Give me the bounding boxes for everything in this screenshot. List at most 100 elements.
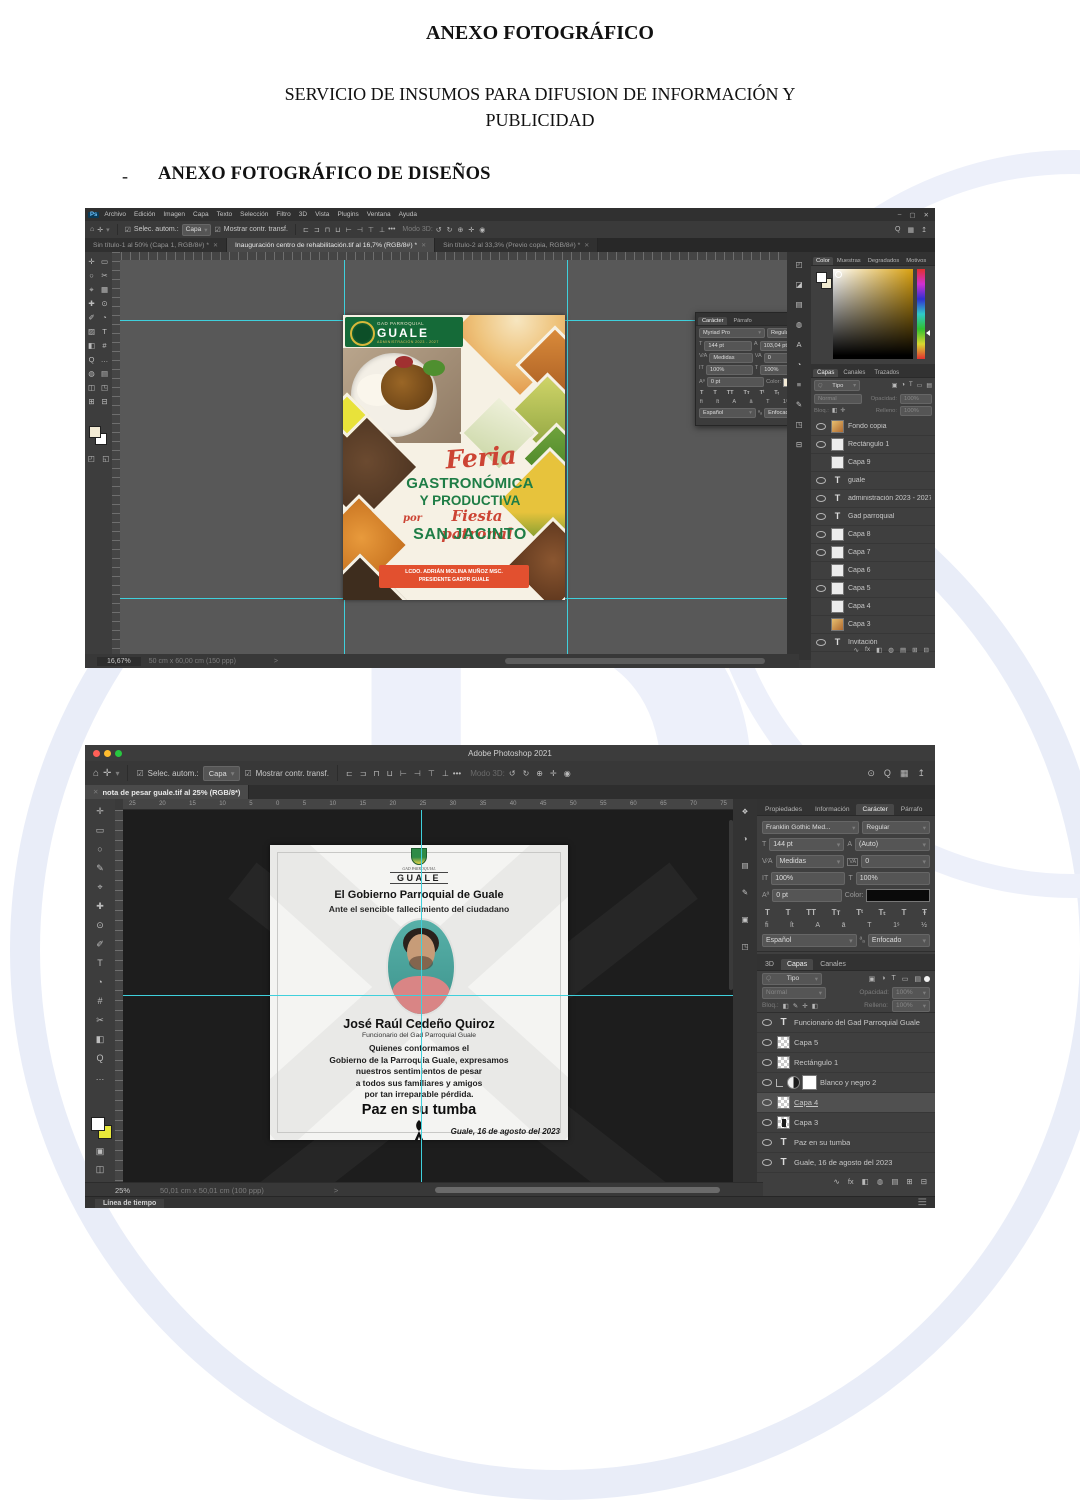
panel-strip-icon[interactable]: ▤ <box>793 298 806 311</box>
align-icon[interactable]: ⊤ <box>428 769 435 778</box>
opentype-icon[interactable]: 1ˢ <box>893 922 899 929</box>
menu-item[interactable]: 3D <box>299 211 307 218</box>
font-family-dropdown[interactable]: Franklin Gothic Med...▾ <box>762 821 859 834</box>
status-arrow-icon[interactable]: > <box>334 1186 338 1195</box>
opentype-icon[interactable]: A <box>732 399 736 405</box>
mode-3d-icon[interactable]: ◉ <box>564 769 571 778</box>
tool-icon[interactable]: T <box>92 957 108 970</box>
font-size-field[interactable]: 144 pt <box>704 341 751 351</box>
type-style-icon[interactable]: T <box>713 390 716 396</box>
toolbar-right-icon[interactable]: ↥ <box>917 768 925 779</box>
lock-transparency-icon[interactable]: ◧ <box>783 1002 789 1010</box>
baseline-field[interactable]: 0 pt <box>772 889 842 902</box>
tool-icon[interactable]: Q <box>85 353 98 366</box>
lock-move-icon[interactable]: ✛ <box>840 408 845 414</box>
opentype-icon[interactable]: fi <box>765 922 769 929</box>
type-style-icon[interactable]: Tᵗ <box>856 908 863 917</box>
tracking-field[interactable]: 0▾ <box>861 855 930 868</box>
layer-row[interactable]: T Guale, 16 de agosto del 2023 <box>757 1153 935 1173</box>
visibility-toggle[interactable] <box>761 1119 773 1126</box>
tool-icon[interactable]: ▦ <box>98 283 111 296</box>
blend-mode-dropdown[interactable]: Normal <box>814 394 862 404</box>
layers-action-icon[interactable]: ▤ <box>891 1177 898 1186</box>
align-icon[interactable]: ⊏ <box>346 769 353 778</box>
tool-icon[interactable]: ✚ <box>85 297 98 310</box>
align-icon[interactable]: ⊔ <box>335 226 340 234</box>
layers-action-icon[interactable]: ◍ <box>877 1177 884 1186</box>
align-icon[interactable]: ⊣ <box>414 769 421 778</box>
align-icon[interactable]: ⊓ <box>325 226 330 234</box>
visibility-toggle[interactable] <box>761 1139 773 1146</box>
lock-icon[interactable]: ◧ <box>832 408 837 414</box>
tool-icon[interactable]: ✛ <box>92 805 108 818</box>
tool-icon[interactable]: ▭ <box>92 824 108 837</box>
close-icon[interactable]: ✕ <box>213 242 218 249</box>
guide-vertical[interactable] <box>421 810 422 1182</box>
tool-icon[interactable]: ⌖ <box>85 283 98 296</box>
guide-horizontal[interactable] <box>123 995 733 996</box>
visibility-toggle[interactable] <box>761 1019 773 1026</box>
document-tab[interactable]: Inauguración centro de rehabilitación.ti… <box>227 238 435 252</box>
hue-slider[interactable] <box>917 269 925 359</box>
menu-item[interactable]: Vista <box>315 211 329 218</box>
close-icon[interactable]: ✕ <box>584 242 589 249</box>
tool-icon[interactable]: ◱ <box>100 452 113 465</box>
leading-field[interactable]: (Auto)▾ <box>855 838 930 851</box>
menu-item[interactable]: Plugins <box>337 211 358 218</box>
panel-strip-icon[interactable]: ≡ <box>793 378 806 391</box>
tool-icon[interactable]: ✐ <box>92 938 108 951</box>
layer-row[interactable]: Rectángulo 1 <box>757 1053 935 1073</box>
filter-type-icon[interactable]: ▭ <box>917 382 923 389</box>
auto-select-checkbox[interactable]: ☑ <box>136 769 143 778</box>
mode-3d-icon[interactable]: ↻ <box>447 226 453 234</box>
layers-action-icon[interactable]: ▤ <box>900 646 906 654</box>
show-transform-checkbox[interactable]: ☑ <box>244 769 251 778</box>
layers-action-icon[interactable]: ∿ <box>834 1177 840 1186</box>
tool-icon[interactable]: ◍ <box>85 367 98 380</box>
layer-row[interactable]: T guale <box>811 472 935 490</box>
type-style-icon[interactable]: Tт <box>832 908 841 917</box>
panel-strip-icon[interactable]: ◔ <box>793 358 806 371</box>
layers-panel-tab[interactable]: Trazados <box>870 369 903 377</box>
align-icon[interactable]: ⊓ <box>373 769 379 778</box>
tool-icon[interactable]: Q <box>92 1052 108 1065</box>
panel-menu-icon[interactable]: ≡ <box>918 1194 935 1208</box>
ruler-horizontal[interactable] <box>112 252 787 260</box>
panel-strip-icon[interactable]: ◍ <box>793 318 806 331</box>
text-color-swatch[interactable] <box>783 378 787 387</box>
layers-panel-tab[interactable]: Canales <box>814 959 852 970</box>
align-icon[interactable]: ⊣ <box>357 226 363 234</box>
layers-panel-tab[interactable]: Capas <box>813 369 838 377</box>
ruler-vertical[interactable] <box>112 252 120 654</box>
language-dropdown[interactable]: Español▾ <box>699 408 756 418</box>
layer-row[interactable]: T Paz en su tumba <box>757 1133 935 1153</box>
filter-type-icon[interactable]: ▣ <box>892 382 898 389</box>
color-panel-tab[interactable]: Degradados <box>865 257 903 265</box>
panel-strip-icon[interactable]: ◳ <box>739 940 752 953</box>
visibility-toggle[interactable] <box>761 1099 773 1106</box>
menu-item[interactable]: Edición <box>134 211 155 218</box>
fill-field[interactable]: 100% <box>900 406 932 416</box>
panel-strip-icon[interactable]: ✎ <box>793 398 806 411</box>
tool-icon[interactable]: # <box>92 995 108 1008</box>
mode-3d-icon[interactable]: ✛ <box>550 769 557 778</box>
move-tool-icon[interactable]: ✛ <box>97 226 103 234</box>
color-panel-tab[interactable]: Color <box>813 257 833 265</box>
visibility-toggle[interactable] <box>815 495 827 502</box>
tool-icon[interactable]: # <box>98 339 111 352</box>
mode-3d-icon[interactable]: ⊕ <box>536 769 543 778</box>
layer-row[interactable]: Capa 3 <box>757 1113 935 1133</box>
mode-3d-icon[interactable]: ↺ <box>436 226 442 234</box>
filter-type-icon[interactable]: T <box>891 975 895 983</box>
toolbar-right-icon[interactable]: Q <box>895 226 900 234</box>
tool-icon[interactable]: ▣ <box>94 1145 107 1158</box>
kerning-field[interactable]: Medidas▾ <box>776 855 845 868</box>
layer-row[interactable]: Capa 9 <box>811 454 935 472</box>
leading-field[interactable]: 103,04 pt <box>760 341 787 351</box>
panel-strip-icon[interactable]: ▤ <box>739 859 752 872</box>
tool-icon[interactable]: ▤ <box>98 367 111 380</box>
type-style-icon[interactable]: Tₜ <box>774 390 779 396</box>
tool-icon[interactable]: ✂ <box>98 269 111 282</box>
type-style-icon[interactable]: T <box>700 390 703 396</box>
tool-icon[interactable]: ✂ <box>92 1014 108 1027</box>
